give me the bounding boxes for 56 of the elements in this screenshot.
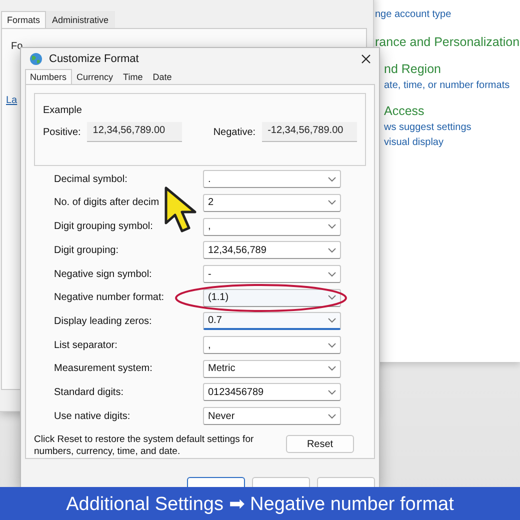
dropdown[interactable]: - xyxy=(203,265,341,284)
chevron-icon xyxy=(328,390,336,395)
settings-link[interactable]: nge account type xyxy=(375,9,520,20)
dropdown[interactable]: , xyxy=(203,336,341,354)
window-title: Customize Format xyxy=(49,52,140,64)
reset-button[interactable]: Reset xyxy=(286,435,354,453)
settings-link[interactable]: ws suggest settings xyxy=(384,122,520,133)
setting-label: Use native digits: xyxy=(54,410,132,422)
field-label: Negative: xyxy=(213,126,256,138)
group-title: Example xyxy=(43,105,82,116)
caption-banner: Additional Settings ➡ Negative number format xyxy=(0,487,520,520)
chevron-icon xyxy=(328,200,336,206)
close-icon[interactable] xyxy=(361,54,371,64)
chevron-icon xyxy=(328,248,336,253)
tab[interactable]: Formats xyxy=(1,11,46,28)
chevron-icon xyxy=(328,414,336,419)
setting-label: List separator: xyxy=(54,340,118,351)
chevron-icon xyxy=(328,366,336,372)
setting-label: Digit grouping: xyxy=(54,244,120,256)
preview-field: -12,34,56,789.00 xyxy=(262,122,357,142)
setting-label: Digit grouping symbol: xyxy=(54,221,154,232)
dropdown[interactable]: 0.7 xyxy=(203,312,341,330)
settings-link[interactable]: visual display xyxy=(384,137,520,148)
category-heading[interactable]: Access xyxy=(384,104,520,118)
field-label: Positive: xyxy=(43,126,81,138)
setting-label: No. of digits after decim xyxy=(54,197,160,208)
dropdown[interactable]: 0123456789 xyxy=(203,383,341,402)
setting-label: Decimal symbol: xyxy=(54,174,128,185)
category-heading[interactable]: nd Region xyxy=(384,62,520,76)
dropdown[interactable]: Metric xyxy=(203,360,341,378)
chevron-icon xyxy=(328,318,336,324)
dropdown[interactable]: Never xyxy=(203,407,341,426)
preview-field: 12,34,56,789.00 xyxy=(86,122,182,142)
setting-label: Standard digits: xyxy=(54,386,124,398)
dropdown[interactable]: (1.1) xyxy=(203,288,341,307)
dialog-button[interactable] xyxy=(187,477,245,487)
globe-icon xyxy=(29,52,43,66)
chevron-icon xyxy=(328,176,336,182)
reset-note: Click Reset to restore the system default settings for numbers, currency, time, and date. xyxy=(34,434,255,458)
setting-label: Display leading zeros: xyxy=(54,316,153,327)
chevron-icon xyxy=(328,224,336,230)
chevron-icon xyxy=(328,272,336,277)
category-heading[interactable]: rance and Personalization xyxy=(375,35,520,49)
tab[interactable]: Numbers xyxy=(25,69,72,84)
setting-label: Measurement system: xyxy=(54,363,154,374)
settings-link[interactable]: ate, time, or number formats xyxy=(384,80,520,91)
chevron-icon xyxy=(328,342,336,348)
dropdown[interactable]: , xyxy=(203,218,341,236)
dropdown[interactable]: . xyxy=(203,170,341,188)
tab[interactable]: Administrative xyxy=(46,11,115,28)
language-link[interactable]: La xyxy=(6,95,18,106)
chevron-icon xyxy=(328,295,336,300)
dropdown[interactable]: 2 xyxy=(203,194,341,212)
setting-label: Negative number format: xyxy=(54,292,166,304)
dropdown[interactable]: 12,34,56,789 xyxy=(203,241,341,260)
setting-label: Negative sign symbol: xyxy=(54,268,153,280)
